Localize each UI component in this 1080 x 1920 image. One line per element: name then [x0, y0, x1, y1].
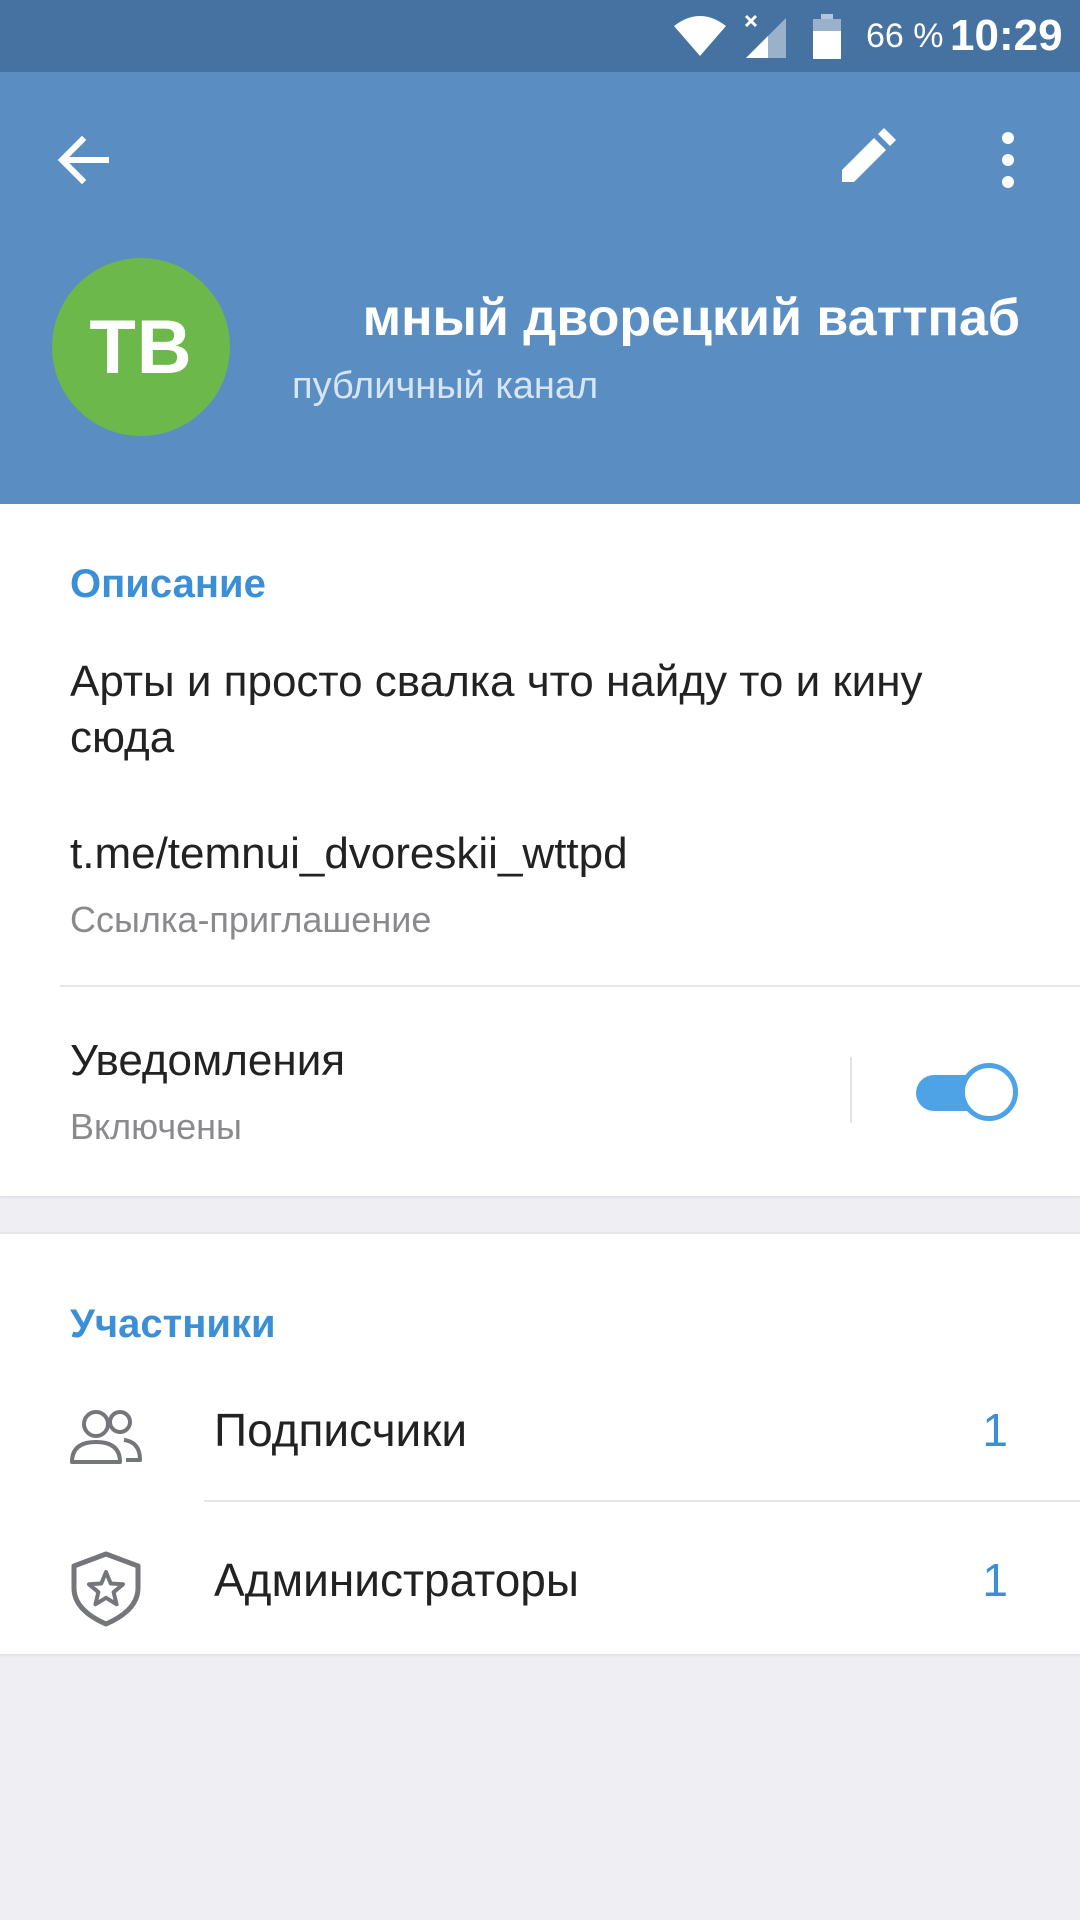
invite-link-label: Ссылка-приглашение	[70, 899, 432, 940]
channel-info-screen: 66 % 10:29 ТВ мный дворецкий ваттпаб пуб…	[0, 0, 1080, 1920]
channel-header: ТВ мный дворецкий ваттпаб публичный кана…	[0, 72, 1080, 504]
administrators-row[interactable]: Администраторы 1	[0, 1512, 1080, 1652]
subscribers-label: Подписчики	[214, 1404, 468, 1456]
status-bar: 66 % 10:29	[0, 0, 1080, 72]
battery-icon	[813, 14, 841, 59]
shield-star-icon	[71, 1551, 141, 1627]
channel-avatar[interactable]: ТВ	[52, 258, 230, 436]
vertical-separator	[850, 1057, 852, 1123]
battery-percent: 66 %	[866, 17, 944, 55]
toggle-thumb	[960, 1063, 1018, 1121]
members-section: Участники Подписчики 1 Администраторы 1	[0, 1232, 1080, 1654]
arrow-left-icon	[57, 135, 109, 185]
notifications-toggle[interactable]	[914, 1061, 1018, 1121]
subscribers-count: 1	[982, 1404, 1008, 1456]
signal-icon	[744, 14, 786, 58]
administrators-count: 1	[982, 1554, 1008, 1606]
pencil-icon	[842, 128, 896, 182]
invite-link[interactable]: t.me/temnui_dvoreskii_wttpd	[70, 826, 628, 882]
divider	[204, 1500, 1080, 1502]
notifications-title: Уведомления	[70, 1036, 346, 1085]
members-section-title: Участники	[70, 1302, 276, 1346]
status-clock: 10:29	[950, 11, 1063, 60]
more-options-button[interactable]	[990, 128, 1026, 192]
channel-title: мный дворецкий ваттпаб	[362, 289, 1020, 347]
back-button[interactable]	[52, 128, 116, 192]
subscribers-row[interactable]: Подписчики 1	[0, 1362, 1080, 1502]
administrators-label: Администраторы	[214, 1554, 579, 1606]
notifications-status: Включены	[70, 1106, 242, 1147]
description-section-title: Описание	[70, 562, 266, 606]
more-vertical-icon	[1002, 132, 1014, 188]
wifi-icon	[674, 16, 726, 56]
channel-subtitle: публичный канал	[292, 365, 599, 407]
edit-button[interactable]	[834, 126, 898, 190]
users-icon	[70, 1410, 142, 1464]
channel-description: Арты и просто свалка что найду то и кину…	[70, 657, 923, 762]
